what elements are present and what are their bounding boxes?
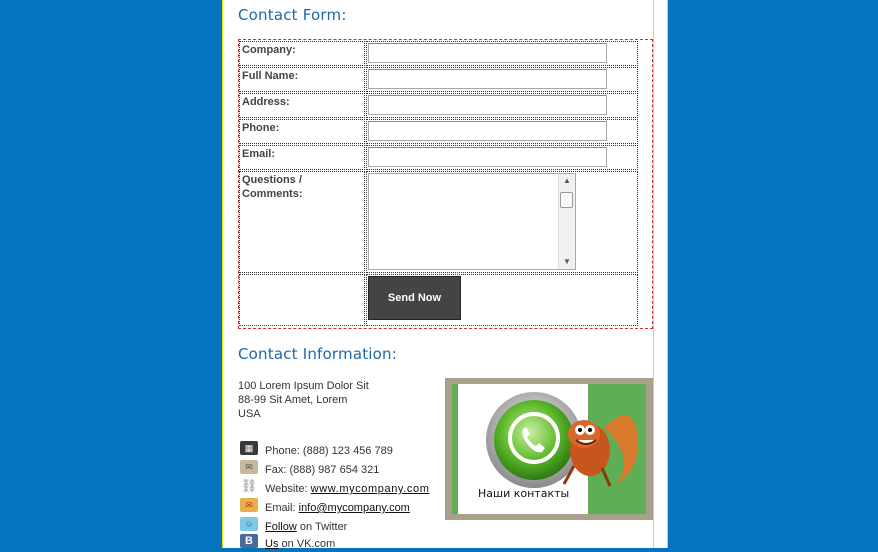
contacts-image: Наши контакты — [452, 384, 646, 514]
image-green-strip — [452, 384, 458, 514]
address-label: Address: — [242, 96, 290, 108]
address-line-1: 100 Lorem Ipsum Dolor Sit — [238, 380, 369, 392]
address-line-2: 88-99 Sit Amet, Lorem — [238, 394, 348, 406]
address-input[interactable] — [368, 95, 607, 115]
vk-link[interactable]: Us — [265, 538, 278, 550]
comments-textarea[interactable]: ▲ ▼ — [368, 173, 576, 270]
comments-label-line2: Comments: — [242, 188, 303, 200]
phone-input[interactable] — [368, 121, 607, 141]
label-cell — [239, 274, 365, 326]
twitter-suffix: on Twitter — [299, 521, 348, 533]
email-link[interactable]: info@mycompany.com — [299, 502, 410, 514]
email-label: Email: — [242, 148, 276, 160]
website-text: Website: www.mycompany.com — [265, 483, 429, 495]
twitter-link[interactable]: Follow — [265, 521, 297, 533]
content-guide-line — [653, 0, 654, 548]
comments-label-line1: Questions / — [242, 174, 302, 186]
phone-icon — [486, 392, 639, 488]
image-caption: Наши контакты — [478, 487, 570, 500]
calculator-icon: ▦ — [240, 441, 258, 455]
scroll-down-arrow-icon[interactable]: ▼ — [559, 255, 575, 269]
phone-label: Phone: — [242, 122, 280, 134]
vk-text: Us on VK.com — [265, 538, 335, 550]
company-input[interactable] — [368, 43, 607, 63]
vk-suffix: on VK.com — [281, 538, 336, 550]
fax-text: Fax: (888) 987 654 321 — [265, 464, 380, 476]
vk-icon: B — [240, 534, 258, 548]
textarea-scrollbar[interactable]: ▲ ▼ — [558, 174, 575, 269]
contact-info-heading: Contact Information: — [238, 345, 398, 363]
twitter-icon: ☺ — [240, 517, 258, 531]
email-prefix: Email: — [265, 502, 296, 514]
link-icon: ⛓ — [240, 478, 258, 493]
send-now-button[interactable]: Send Now — [368, 276, 461, 320]
website-prefix: Website: — [265, 483, 308, 495]
full-name-input[interactable] — [368, 69, 607, 89]
email-text: Email: info@mycompany.com — [265, 502, 410, 514]
twitter-text: Follow on Twitter — [265, 521, 347, 533]
address-line-3: USA — [238, 408, 261, 420]
fax-icon: ✉ — [240, 460, 258, 474]
email-icon: ✉ — [240, 498, 258, 512]
scroll-up-arrow-icon[interactable]: ▲ — [559, 174, 575, 188]
company-label: Company: — [242, 44, 296, 56]
phone-text: Phone: (888) 123 456 789 — [265, 445, 393, 457]
contacts-image-frame: Наши контакты — [445, 378, 653, 520]
website-link[interactable]: www.mycompany.com — [311, 483, 430, 495]
scroll-thumb[interactable] — [560, 192, 573, 208]
full-name-label: Full Name: — [242, 70, 299, 82]
contact-form-heading: Contact Form: — [238, 6, 347, 24]
email-input[interactable] — [368, 147, 607, 167]
